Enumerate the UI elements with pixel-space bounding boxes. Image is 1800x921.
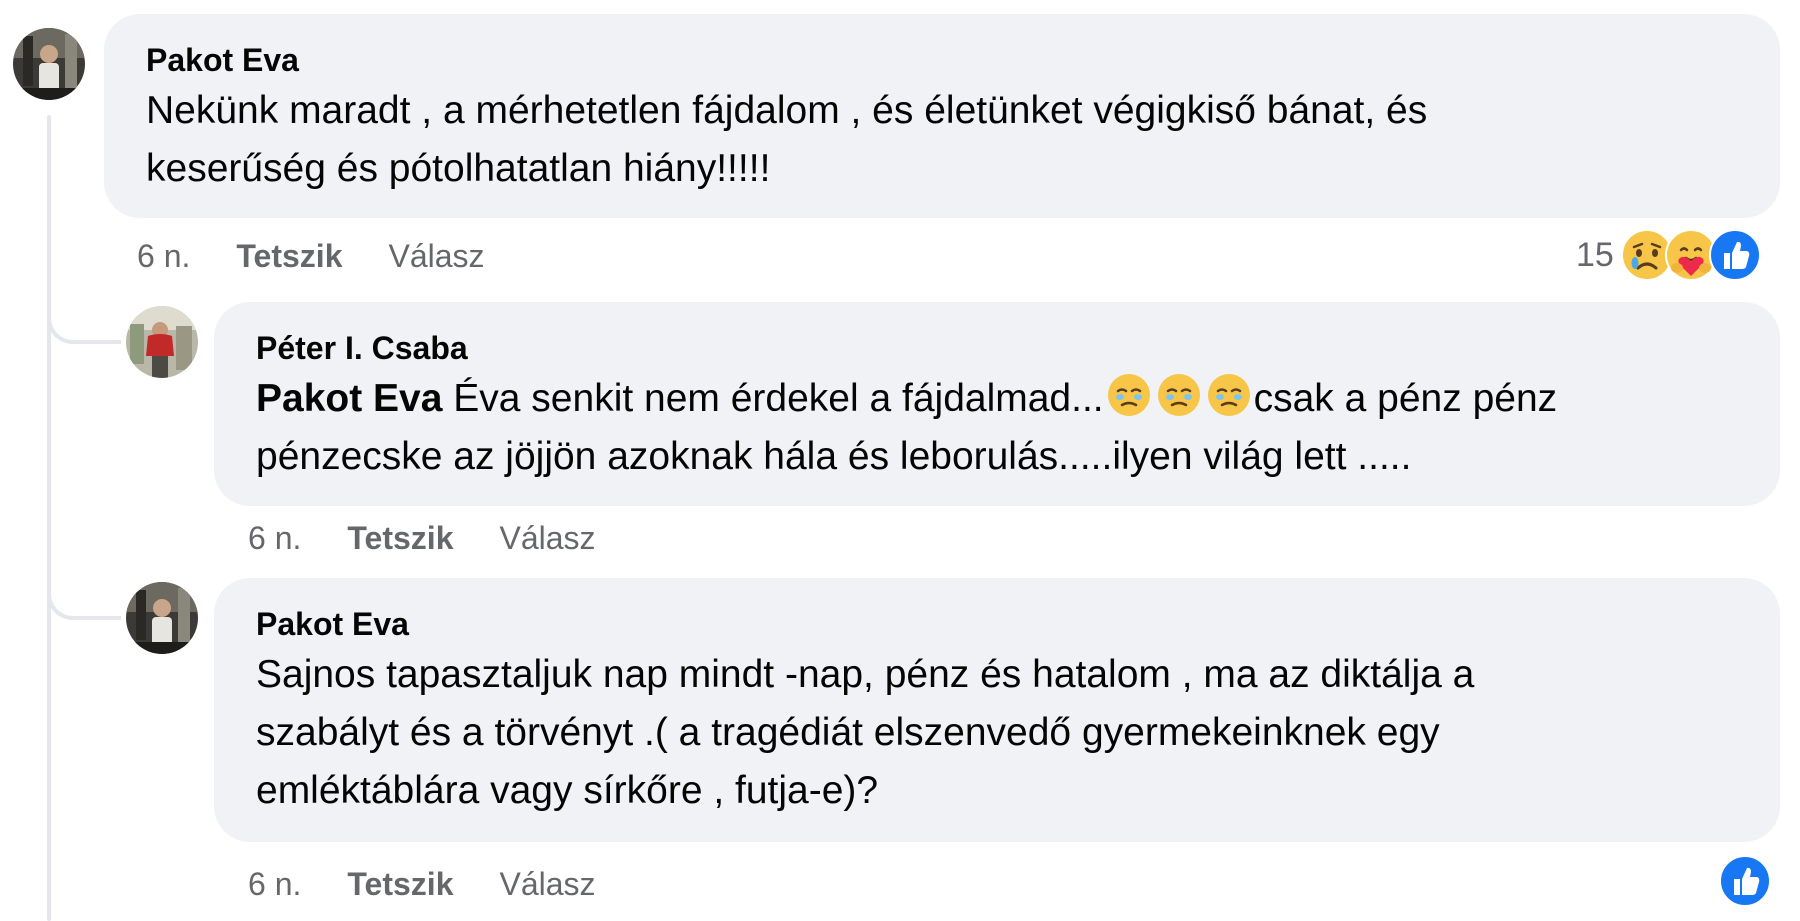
comment-actions: 6 n. Tetszik Válasz [248, 518, 596, 558]
comment-text: Pakot Eva Éva senkit nem érdekel a fájda… [256, 370, 1738, 486]
like-button[interactable]: Tetszik [347, 864, 453, 904]
like-button[interactable]: Tetszik [236, 236, 342, 276]
comment-time[interactable]: 6 n. [248, 518, 301, 558]
avatar[interactable] [126, 306, 198, 378]
comment-actions: 6 n. Tetszik Válasz [137, 236, 485, 276]
thread-branch [47, 310, 121, 344]
comment-bubble: Pakot Eva Sajnos tapasztaljuk nap mindt … [214, 578, 1780, 842]
reply-button[interactable]: Válasz [388, 236, 484, 276]
comment-author[interactable]: Pakot Eva [256, 604, 1738, 644]
avatar[interactable] [13, 28, 85, 100]
comment-time[interactable]: 6 n. [137, 236, 190, 276]
comment-text-part: Éva senkit nem érdekel a fájdalmad... [442, 377, 1104, 420]
avatar[interactable] [126, 582, 198, 654]
face-holding-back-tears-icon [1207, 374, 1250, 416]
comment-author[interactable]: Pakot Eva [146, 40, 1738, 80]
thread-line [47, 115, 51, 921]
comment-author[interactable]: Péter I. Csaba [256, 328, 1738, 368]
comment-text: Sajnos tapasztaljuk nap mindt -nap, pénz… [256, 653, 1475, 812]
reaction-summary[interactable]: 15 [1576, 228, 1762, 282]
comment-text: Nekünk maradt , a mérhetetlen fájdalom ,… [146, 89, 1428, 190]
mention-link[interactable]: Pakot Eva [256, 377, 442, 420]
like-icon [1719, 855, 1771, 907]
reaction-count: 15 [1576, 235, 1614, 274]
reply-button[interactable]: Válasz [499, 518, 595, 558]
comment-time[interactable]: 6 n. [248, 864, 301, 904]
comment-bubble: Pakot Eva Nekünk maradt , a mérhetetlen … [104, 14, 1780, 218]
face-holding-back-tears-icon [1107, 374, 1150, 416]
reaction-summary[interactable] [1718, 854, 1772, 908]
face-holding-back-tears-icon [1157, 374, 1200, 416]
reply-button[interactable]: Válasz [499, 864, 595, 904]
comment-actions: 6 n. Tetszik Válasz [248, 864, 596, 904]
comment-bubble: Péter I. Csaba Pakot Eva Éva senkit nem … [214, 302, 1780, 506]
like-icon [1708, 229, 1761, 281]
like-button[interactable]: Tetszik [347, 518, 453, 558]
thread-branch [47, 586, 121, 620]
